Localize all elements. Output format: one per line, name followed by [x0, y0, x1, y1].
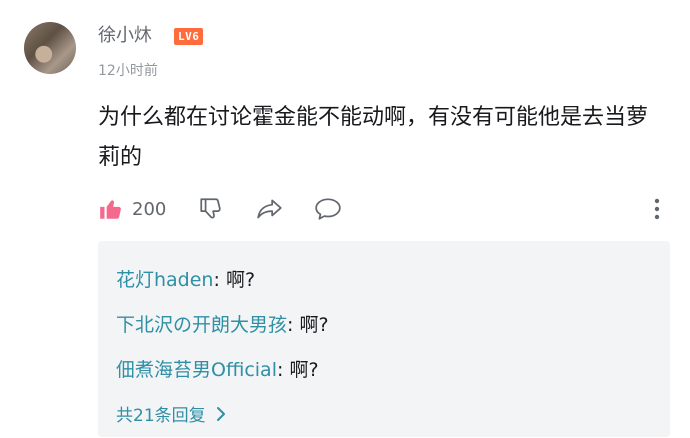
level-badge: LV6 [174, 28, 204, 45]
avatar[interactable] [24, 22, 76, 74]
thumbs-up-icon [100, 200, 121, 219]
share-icon [257, 199, 282, 219]
thumbs-down-icon [200, 198, 221, 219]
reply-author[interactable]: 下北沢の开朗大男孩 [116, 314, 287, 336]
list-item[interactable]: 佃煮海苔男Official: 啊? [116, 357, 319, 383]
reply-text: 啊? [225, 269, 256, 291]
reply-author[interactable]: 佃煮海苔男Official [116, 359, 277, 381]
list-item[interactable]: 花灯haden: 啊? [116, 267, 255, 293]
reply-button[interactable] [314, 192, 342, 226]
reply-author[interactable]: 花灯haden [116, 269, 213, 291]
dislike-button[interactable] [198, 192, 224, 226]
comment-text: 为什么都在讨论霍金能不能动啊，有没有可能他是去当萝莉的 [98, 105, 649, 170]
reply-text: 啊? [299, 314, 329, 336]
chevron-right-icon [216, 406, 225, 421]
comment-time: 12小时前 [98, 63, 158, 79]
reply-text: 啊? [289, 359, 319, 381]
like-count: 200 [132, 198, 167, 220]
share-button[interactable] [256, 192, 284, 226]
username[interactable]: 徐小炑 [98, 24, 152, 48]
view-all-replies-link[interactable]: 共21条回复 [116, 401, 230, 426]
reply-list: 花灯haden: 啊? 下北沢の开朗大男孩: 啊? 佃煮海苔男Official:… [98, 241, 670, 437]
list-item[interactable]: 下北沢の开朗大男孩: 啊? [116, 312, 329, 338]
comment-icon [315, 198, 341, 220]
more-vertical-icon[interactable] [645, 196, 669, 222]
like-button[interactable]: 200 [98, 192, 166, 226]
comment-actions: 200 [98, 192, 668, 226]
